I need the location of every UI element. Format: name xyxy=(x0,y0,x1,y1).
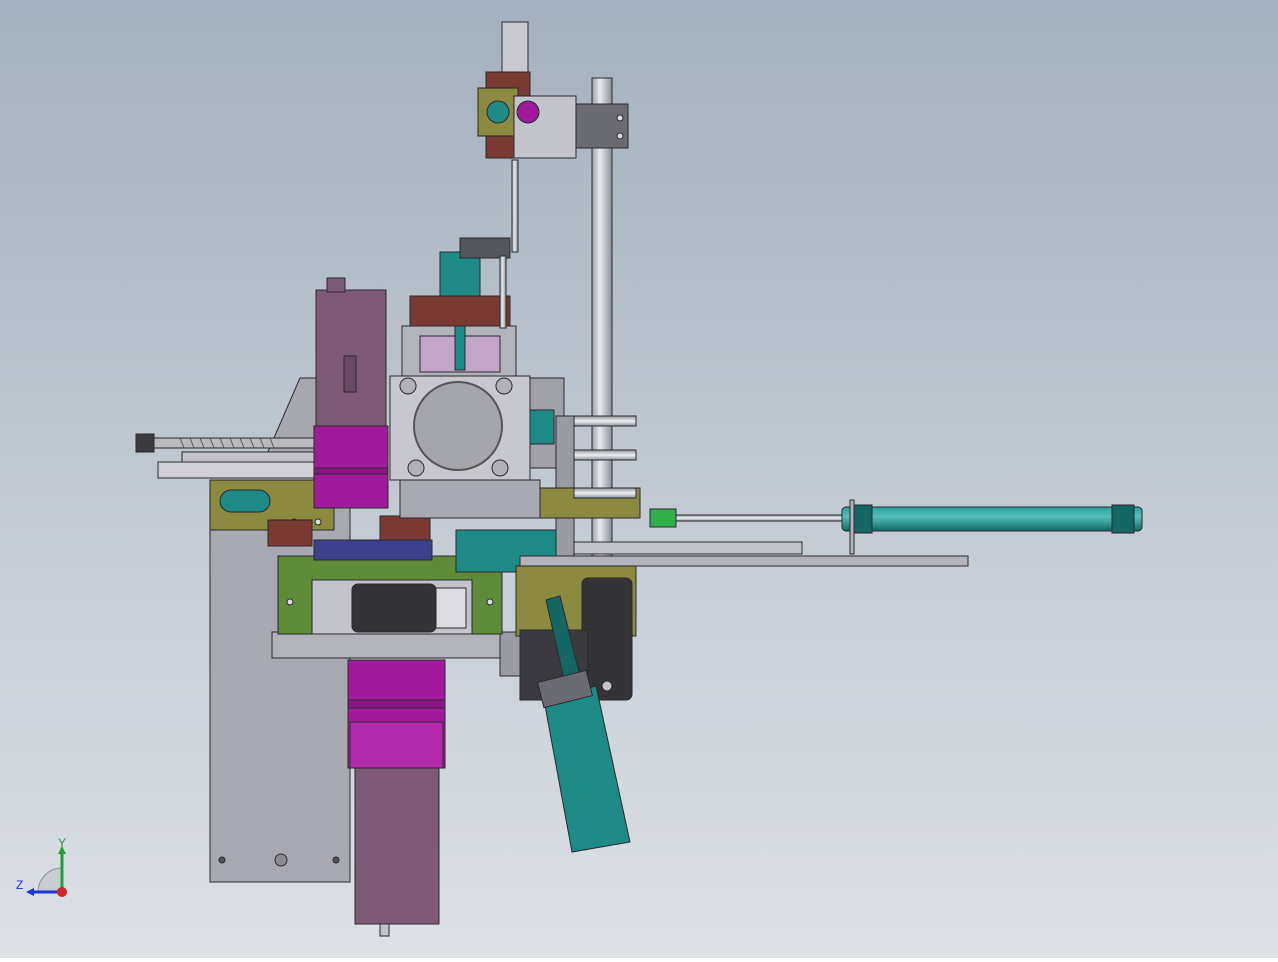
valve-top-fitting xyxy=(459,237,511,259)
clamp-bolt xyxy=(616,114,624,122)
base-plate-hole xyxy=(332,856,340,864)
lead-screw-knob[interactable] xyxy=(135,433,155,453)
view-orientation-triad: Y Z xyxy=(12,836,82,906)
valve-stem xyxy=(454,321,466,371)
center-teal-port xyxy=(529,409,555,445)
clamp-bolt xyxy=(616,132,624,140)
cad-viewport[interactable]: Y Z xyxy=(0,0,1278,958)
corner-bolt xyxy=(399,377,417,395)
upper-gearbox-band xyxy=(313,467,389,475)
piston-rod[interactable] xyxy=(675,514,843,522)
lower-motor-shaft xyxy=(379,923,390,937)
thin-guide-rod[interactable] xyxy=(511,159,519,253)
olive-block-screw xyxy=(314,518,322,526)
thin-guide-rod-lower xyxy=(499,255,507,329)
base-plate-hole xyxy=(218,856,226,864)
jaw-hole xyxy=(601,680,613,692)
top-head-magenta-port xyxy=(516,100,540,124)
maroon-spacer xyxy=(379,515,431,541)
horizontal-rod-upper[interactable] xyxy=(573,415,637,427)
top-head-teal-port xyxy=(486,100,510,124)
upper-motor-connector xyxy=(343,355,357,393)
corner-bolt xyxy=(495,377,513,395)
triad-graphic: Y Z xyxy=(16,836,67,897)
pneumatic-cylinder-body[interactable] xyxy=(841,506,1143,532)
z-axis-label: Z xyxy=(16,878,23,892)
long-horizontal-plate[interactable] xyxy=(519,555,969,567)
z-axis-arrowhead xyxy=(26,888,34,896)
viewport-background xyxy=(0,0,1278,958)
base-plate-hole xyxy=(274,853,288,867)
pillar-clamp[interactable] xyxy=(575,103,629,149)
triad-quadrant xyxy=(37,867,63,893)
maroon-spacer xyxy=(267,519,313,547)
upper-gearbox[interactable] xyxy=(313,425,389,509)
rod-fitting xyxy=(649,508,677,528)
left-slide-rail-top xyxy=(181,451,323,463)
horizontal-rod-lower[interactable] xyxy=(573,487,637,499)
y-axis-label: Y xyxy=(58,836,66,850)
cylinder-end-cap xyxy=(1111,504,1135,534)
horizontal-base-plate[interactable] xyxy=(271,631,525,659)
slide-rail-right xyxy=(573,541,803,555)
drive-roller[interactable] xyxy=(351,583,437,633)
olive-block-slot xyxy=(219,489,271,513)
upper-motor-cap xyxy=(326,277,346,293)
horizontal-rod-mid[interactable] xyxy=(573,449,637,461)
top-cylinder-rod[interactable] xyxy=(501,21,529,75)
lower-gearbox-flange xyxy=(349,721,444,769)
corner-bolt xyxy=(491,459,509,477)
corner-bolt xyxy=(407,459,425,477)
cylinder-bracket xyxy=(849,499,855,555)
frame-bolt xyxy=(286,598,294,606)
center-lower-plate xyxy=(399,479,541,519)
x-axis-dot xyxy=(57,887,67,897)
frame-bolt xyxy=(486,598,494,606)
valve-mount xyxy=(409,295,511,327)
lower-gearbox-band xyxy=(347,699,446,709)
lower-motor-body[interactable] xyxy=(354,767,440,925)
lead-screw[interactable] xyxy=(149,437,323,449)
navy-slide-bar[interactable] xyxy=(313,539,433,561)
model-canvas xyxy=(0,0,1278,958)
roller-hub xyxy=(435,587,467,629)
